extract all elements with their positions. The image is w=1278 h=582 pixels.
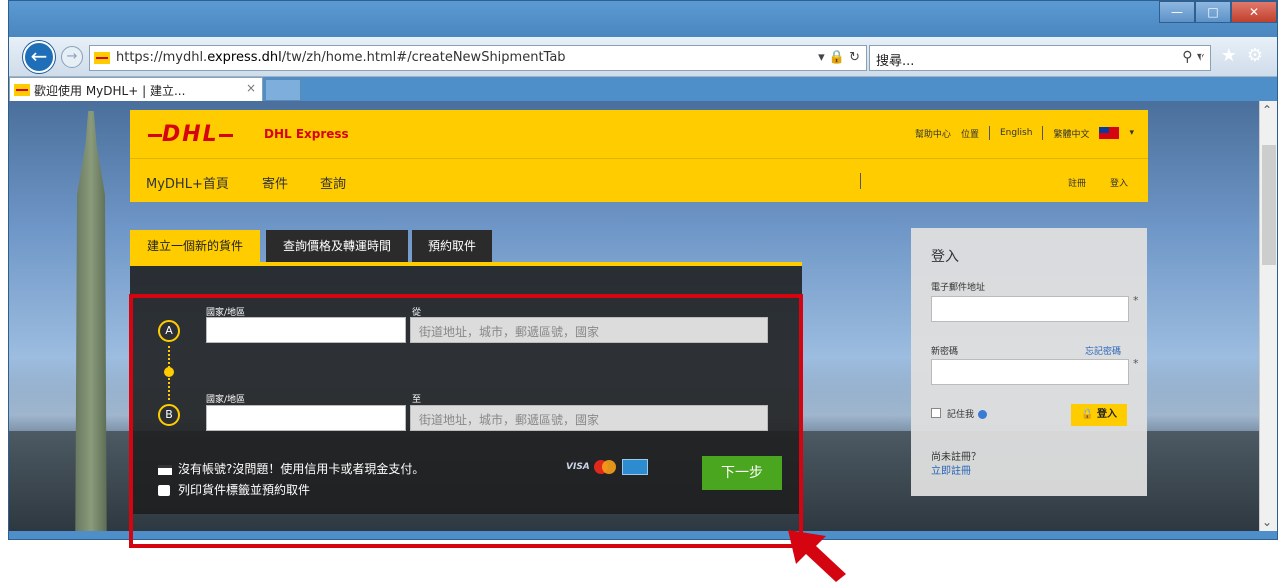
refresh-icon[interactable]: ↻ xyxy=(849,50,860,65)
password-field[interactable] xyxy=(931,359,1129,385)
main-nav: MyDHL+首頁 寄件 查詢 註冊 登入 xyxy=(130,158,1148,202)
scrollbar-thumb[interactable] xyxy=(1262,145,1276,265)
forgot-password-link[interactable]: 忘記密碼 xyxy=(1085,344,1121,357)
lang-chinese-link[interactable]: 繁體中文 xyxy=(1053,127,1089,140)
location-link[interactable]: 位置 xyxy=(961,127,979,140)
info-icon[interactable] xyxy=(978,410,988,419)
dhl-logo[interactable]: DHL xyxy=(148,122,233,147)
tab-quote[interactable]: 查詢價格及轉運時間 xyxy=(266,230,408,262)
country-dropdown-icon[interactable]: ▾ xyxy=(1129,128,1134,138)
lock-icon[interactable]: 🔒 xyxy=(829,50,845,65)
new-tab-button[interactable] xyxy=(265,79,301,101)
favorites-star-icon[interactable]: ★ xyxy=(1221,45,1237,66)
nav-ship[interactable]: 寄件 xyxy=(262,173,288,192)
search-input[interactable]: 搜尋... xyxy=(876,50,914,69)
window-controls: — □ ✕ xyxy=(1159,1,1277,27)
dhl-tab-favicon-icon xyxy=(14,84,30,96)
page-scrollbar[interactable]: ⌃ ⌄ xyxy=(1259,101,1277,531)
tab-pickup[interactable]: 預約取件 xyxy=(412,230,492,262)
no-account-text: 尚未註冊？ xyxy=(931,452,981,463)
divider xyxy=(860,173,861,189)
tab-create-shipment[interactable]: 建立一個新的貨件 xyxy=(130,230,260,262)
dhl-header: DHL DHL Express 幫助中心 位置 English 繁體中文 ▾ xyxy=(130,110,1148,158)
lock-icon: 🔒 xyxy=(1081,409,1094,420)
url-text[interactable]: https://mydhl.express.dhl/tw/zh/home.htm… xyxy=(116,50,566,65)
dropdown-icon[interactable]: ▾ xyxy=(818,50,825,65)
browser-tools: ⌂ ★ ⚙ xyxy=(1199,45,1263,66)
divider xyxy=(1042,126,1044,140)
remember-label: 記住我 xyxy=(947,407,988,420)
nav-home[interactable]: MyDHL+首頁 xyxy=(146,173,229,192)
search-box[interactable]: 搜尋... ⚲ ▾ xyxy=(869,45,1211,71)
address-actions: ▾ 🔒 ↻ xyxy=(818,50,860,65)
help-center-link[interactable]: 幫助中心 xyxy=(915,127,951,140)
password-label: 新密碼 xyxy=(931,347,959,357)
tab-strip: 歡迎使用 MyDHL+ | 建立... × xyxy=(9,77,1277,101)
login-panel: 登入 電子郵件地址 * 新密碼 忘記密碼 * 記住我 🔒 登入 尚未註冊？ 立即… xyxy=(911,228,1147,496)
email-label: 電子郵件地址 xyxy=(931,283,986,293)
nav-login[interactable]: 登入 xyxy=(1110,176,1128,189)
utility-links: 幫助中心 位置 English 繁體中文 ▾ xyxy=(915,126,1134,140)
title-bar: — □ ✕ xyxy=(9,1,1277,37)
nav-track[interactable]: 查詢 xyxy=(320,173,346,192)
taiwan-flag-icon[interactable] xyxy=(1099,127,1120,139)
dhl-favicon-icon xyxy=(94,52,110,64)
tab-close-icon[interactable]: × xyxy=(246,81,256,95)
forward-arrow-icon[interactable]: → xyxy=(61,46,83,68)
divider xyxy=(988,126,990,140)
required-mark: * xyxy=(1133,294,1139,307)
highlight-box xyxy=(129,294,803,548)
lang-english-link[interactable]: English xyxy=(1000,128,1033,138)
brand-label: DHL Express xyxy=(264,127,349,141)
browser-tab-active[interactable]: 歡迎使用 MyDHL+ | 建立... × xyxy=(9,77,263,101)
home-icon[interactable]: ⌂ xyxy=(1199,45,1210,66)
register-link[interactable]: 立即註冊 xyxy=(931,462,971,477)
scroll-down-icon[interactable]: ⌄ xyxy=(1262,515,1272,529)
required-mark: * xyxy=(1133,357,1139,370)
address-toolbar: ← → https://mydhl.express.dhl/tw/zh/home… xyxy=(9,37,1277,77)
back-arrow-icon[interactable]: ← xyxy=(23,41,55,73)
maximize-icon[interactable]: □ xyxy=(1195,1,1231,23)
close-icon[interactable]: ✕ xyxy=(1231,1,1277,23)
tab-title: 歡迎使用 MyDHL+ | 建立... xyxy=(34,84,186,98)
scroll-up-icon[interactable]: ⌃ xyxy=(1262,103,1272,117)
settings-gear-icon[interactable]: ⚙ xyxy=(1247,45,1263,66)
email-field[interactable] xyxy=(931,296,1129,322)
login-title: 登入 xyxy=(931,249,959,265)
minimize-icon[interactable]: — xyxy=(1159,1,1195,23)
login-button[interactable]: 🔒 登入 xyxy=(1071,404,1127,426)
nav-register[interactable]: 註冊 xyxy=(1068,176,1086,189)
pointer-arrow-icon xyxy=(788,530,846,582)
address-bar[interactable]: https://mydhl.express.dhl/tw/zh/home.htm… xyxy=(89,45,867,71)
remember-checkbox[interactable] xyxy=(931,408,941,418)
